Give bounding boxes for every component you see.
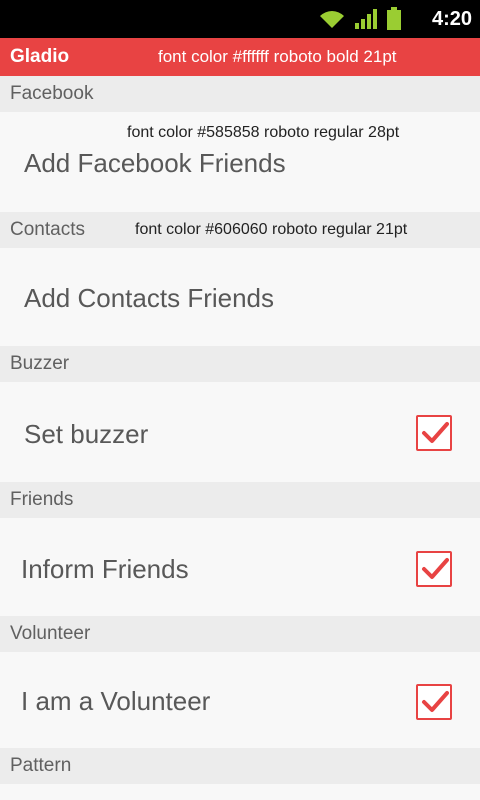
volunteer-checkbox[interactable] (416, 684, 452, 720)
wifi-icon (320, 11, 344, 28)
section-header-label: Pattern (10, 755, 72, 776)
list-item-volunteer[interactable]: I am a Volunteer (0, 652, 480, 748)
section-header-buzzer: Buzzer (0, 346, 480, 382)
item-label: I am a Volunteer (21, 686, 211, 716)
section-header-pattern: Pattern (0, 748, 480, 784)
list-item-set-buzzer[interactable]: Set buzzer (0, 382, 480, 482)
section-header-volunteer: Volunteer (0, 616, 480, 652)
app-title: Gladio (10, 46, 70, 67)
list-item-pattern[interactable] (0, 784, 480, 800)
item-label: Inform Friends (21, 554, 189, 584)
section-header-label: Friends (10, 489, 74, 510)
signal-icon (355, 9, 377, 29)
item-label: Add Contacts Friends (24, 283, 275, 313)
action-bar: Gladio font color #ffffff roboto bold 21… (0, 38, 480, 76)
item-label: Add Facebook Friends (24, 148, 286, 178)
section-header-label: Volunteer (10, 623, 91, 644)
section-header-facebook: Facebook (0, 76, 480, 112)
item-annotation: font color #585858 roboto regular 28pt (127, 124, 400, 141)
section-header-label: Contacts (10, 219, 85, 240)
status-bar: 4:20 (0, 0, 480, 38)
status-time: 4:20 (431, 8, 472, 30)
battery-icon (387, 7, 401, 30)
item-label: Set buzzer (24, 419, 149, 449)
section-header-label: Facebook (10, 83, 94, 104)
list-item-add-facebook-friends[interactable]: font color #585858 roboto regular 28pt A… (0, 112, 480, 212)
check-icon (422, 691, 449, 712)
header-annotation: font color #606060 roboto regular 21pt (135, 221, 408, 238)
buzzer-checkbox[interactable] (416, 415, 452, 451)
title-annotation: font color #ffffff roboto bold 21pt (158, 47, 397, 66)
list-item-inform-friends[interactable]: Inform Friends (0, 518, 480, 616)
check-icon (422, 558, 449, 579)
section-header-label: Buzzer (10, 353, 70, 374)
inform-friends-checkbox[interactable] (416, 551, 452, 587)
status-icons (318, 6, 402, 32)
section-header-friends: Friends (0, 482, 480, 518)
section-header-contacts: Contacts font color #606060 roboto regul… (0, 212, 480, 248)
list-item-add-contacts-friends[interactable]: Add Contacts Friends (0, 248, 480, 346)
check-icon (422, 422, 449, 443)
